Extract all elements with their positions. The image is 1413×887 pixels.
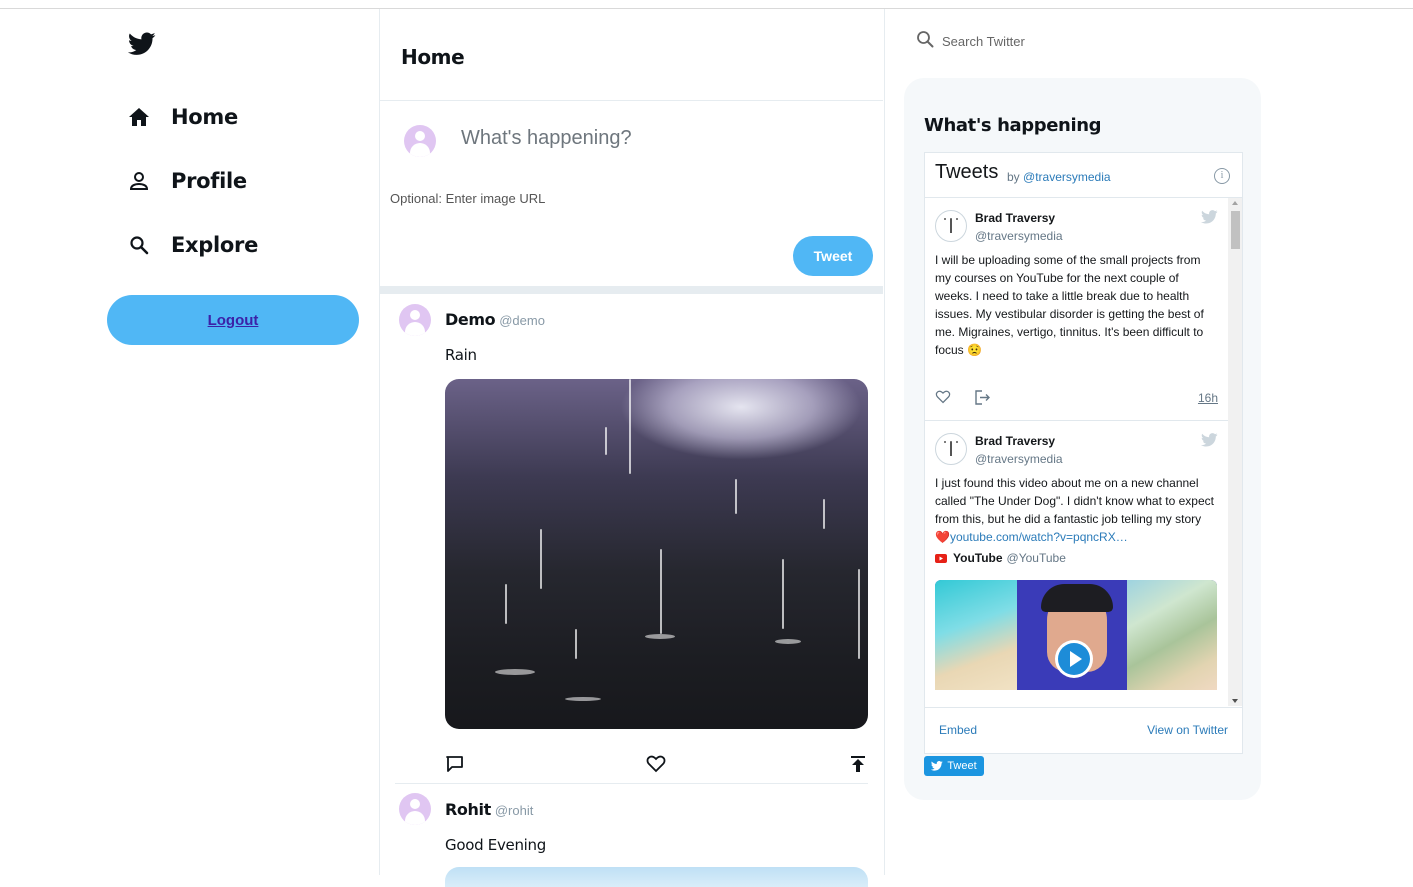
info-icon[interactable]: i: [1214, 168, 1230, 184]
tweet-author-handle[interactable]: @traversymedia: [975, 229, 1063, 243]
avatar: [935, 433, 967, 465]
twitter-bird-icon[interactable]: [1201, 433, 1218, 452]
scroll-up-icon[interactable]: [1232, 201, 1238, 205]
post-image: [445, 379, 868, 729]
tweet-actions: 16h: [935, 389, 1218, 407]
post-handle: @rohit: [494, 803, 534, 818]
timeline-by-prefix: by: [1007, 170, 1020, 184]
tweet-link[interactable]: youtube.com/watch?v=pqncRX…: [950, 530, 1128, 544]
timeline-tweet: Brad Traversy @traversymedia I will be u…: [925, 198, 1228, 420]
compose-divider: [380, 286, 883, 294]
sidebar-item-label: Home: [171, 105, 238, 129]
post-author: Demo @demo: [445, 310, 545, 329]
tweet-text: I will be uploading some of the small pr…: [935, 251, 1215, 359]
search-icon: [128, 234, 150, 256]
post-handle: @demo: [499, 313, 545, 328]
video-thumbnail[interactable]: [935, 580, 1217, 690]
post-text: Good Evening: [445, 836, 546, 854]
twitter-bird-icon[interactable]: [1201, 210, 1218, 229]
image-url-input[interactable]: Optional: Enter image URL: [390, 191, 545, 206]
sidebar-item-label: Explore: [171, 233, 259, 257]
post-image: [445, 867, 868, 887]
timeline-header: Tweets by @traversymedia i: [925, 153, 1242, 198]
tweet-text-body: I will be uploading some of the small pr…: [935, 253, 1204, 357]
sidebar-item-label: Profile: [171, 169, 247, 193]
widget-title: What's happening: [924, 115, 1102, 136]
tweet-button[interactable]: Tweet: [793, 236, 873, 276]
youtube-icon: [935, 553, 947, 563]
whats-happening-widget: What's happening Tweets by @traversymedi…: [904, 78, 1261, 800]
search-input[interactable]: [940, 32, 1204, 50]
scrollbar[interactable]: [1228, 198, 1242, 706]
post-separator: [395, 783, 868, 784]
tweet-share-button[interactable]: Tweet: [924, 756, 984, 776]
tweet-text-body: I just found this video about me on a ne…: [935, 476, 1214, 526]
tweet-author-name[interactable]: Brad Traversy: [975, 434, 1055, 448]
search-bar[interactable]: [916, 30, 1216, 52]
share-icon[interactable]: [849, 755, 867, 778]
card-author[interactable]: YouTube @YouTube: [935, 551, 1066, 565]
play-icon[interactable]: [1055, 640, 1093, 678]
card-author-handle: @YouTube: [1006, 551, 1066, 565]
post-author-name: Demo: [445, 310, 496, 329]
timeline-title: Tweets: [935, 161, 999, 183]
scroll-down-icon[interactable]: [1232, 699, 1238, 703]
feed-header: Home: [380, 9, 883, 101]
post-author: Rohit @rohit: [445, 800, 533, 819]
person-icon: [128, 170, 150, 192]
avatar: [399, 793, 431, 825]
home-icon: [128, 106, 150, 128]
embed-link[interactable]: Embed: [939, 723, 977, 737]
page-title: Home: [401, 45, 465, 69]
sidebar-item-profile[interactable]: Profile: [128, 165, 247, 197]
post-actions: [445, 753, 868, 775]
timeline-footer: Embed View on Twitter: [925, 707, 1242, 754]
avatar: [404, 125, 436, 157]
tweet-text: I just found this video about me on a ne…: [935, 474, 1215, 546]
heart-icon[interactable]: [646, 755, 666, 778]
view-on-twitter-link[interactable]: View on Twitter: [1147, 723, 1228, 737]
twitter-bird-icon: [931, 761, 944, 771]
timeline-by: by @traversymedia: [1007, 170, 1111, 184]
compose-tweet-input[interactable]: What's happening?: [461, 127, 841, 150]
post-author-name: Rohit: [445, 800, 491, 819]
share-icon[interactable]: [975, 390, 991, 410]
tweet-author-handle[interactable]: @traversymedia: [975, 452, 1063, 466]
timeline-scroll[interactable]: Brad Traversy @traversymedia I will be u…: [925, 198, 1242, 706]
tweet-share-label: Tweet: [947, 760, 977, 772]
avatar: [935, 210, 967, 242]
card-author-name: YouTube: [953, 551, 1003, 565]
feed-column: Home What's happening? Optional: Enter i…: [379, 9, 885, 887]
timeline-by-handle[interactable]: @traversymedia: [1023, 170, 1111, 184]
sidebar-item-explore[interactable]: Explore: [128, 229, 258, 261]
post-text: Rain: [445, 346, 477, 364]
sad-face-emoji: 😟: [967, 343, 982, 357]
scrollbar-thumb[interactable]: [1231, 211, 1240, 249]
twitter-bird-icon[interactable]: [127, 32, 156, 56]
comment-icon[interactable]: [445, 755, 465, 778]
search-icon: [916, 30, 934, 53]
logout-button[interactable]: Logout: [107, 295, 359, 345]
avatar: [399, 304, 431, 336]
embedded-timeline: Tweets by @traversymedia i Brad Traversy…: [924, 152, 1243, 754]
timeline-tweet: Brad Traversy @traversymedia I just foun…: [925, 421, 1228, 706]
sidebar-item-home[interactable]: Home: [128, 101, 238, 133]
tweet-timestamp[interactable]: 16h: [1198, 391, 1218, 405]
heart-emoji: ❤️: [935, 530, 950, 544]
heart-icon[interactable]: [935, 390, 951, 409]
tweet-author-name[interactable]: Brad Traversy: [975, 211, 1055, 225]
